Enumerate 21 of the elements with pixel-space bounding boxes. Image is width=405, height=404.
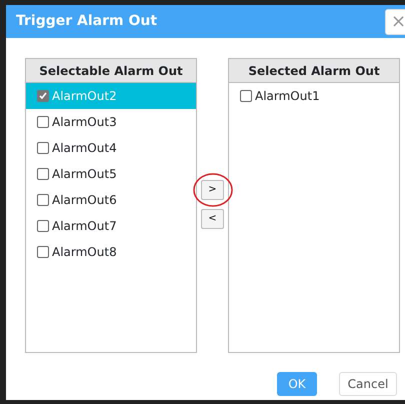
dialog-title: Trigger Alarm Out <box>16 12 158 31</box>
move-button[interactable]: > <box>201 180 224 200</box>
checkbox[interactable] <box>37 246 49 258</box>
checkbox[interactable] <box>37 220 49 232</box>
checkbox[interactable] <box>37 90 49 102</box>
checkbox[interactable] <box>37 116 49 128</box>
checkbox[interactable] <box>37 194 49 206</box>
list-item[interactable]: AlarmOut5 <box>26 161 196 187</box>
checkbox[interactable] <box>240 90 252 102</box>
list-item[interactable]: AlarmOut8 <box>26 239 196 265</box>
list-item[interactable]: AlarmOut3 <box>26 109 196 135</box>
list-item[interactable]: AlarmOut1 <box>229 83 399 109</box>
list-item[interactable]: AlarmOut7 <box>26 213 196 239</box>
checkbox[interactable] <box>37 168 49 180</box>
move-button[interactable]: < <box>201 209 224 229</box>
list-header: Selectable Alarm Out <box>39 62 183 80</box>
checkbox[interactable] <box>37 142 49 154</box>
list-item[interactable]: AlarmOut4 <box>26 135 196 161</box>
cancel-button[interactable]: Cancel <box>339 372 397 396</box>
list-item[interactable]: AlarmOut6 <box>26 187 196 213</box>
list-header: Selected Alarm Out <box>248 62 380 80</box>
